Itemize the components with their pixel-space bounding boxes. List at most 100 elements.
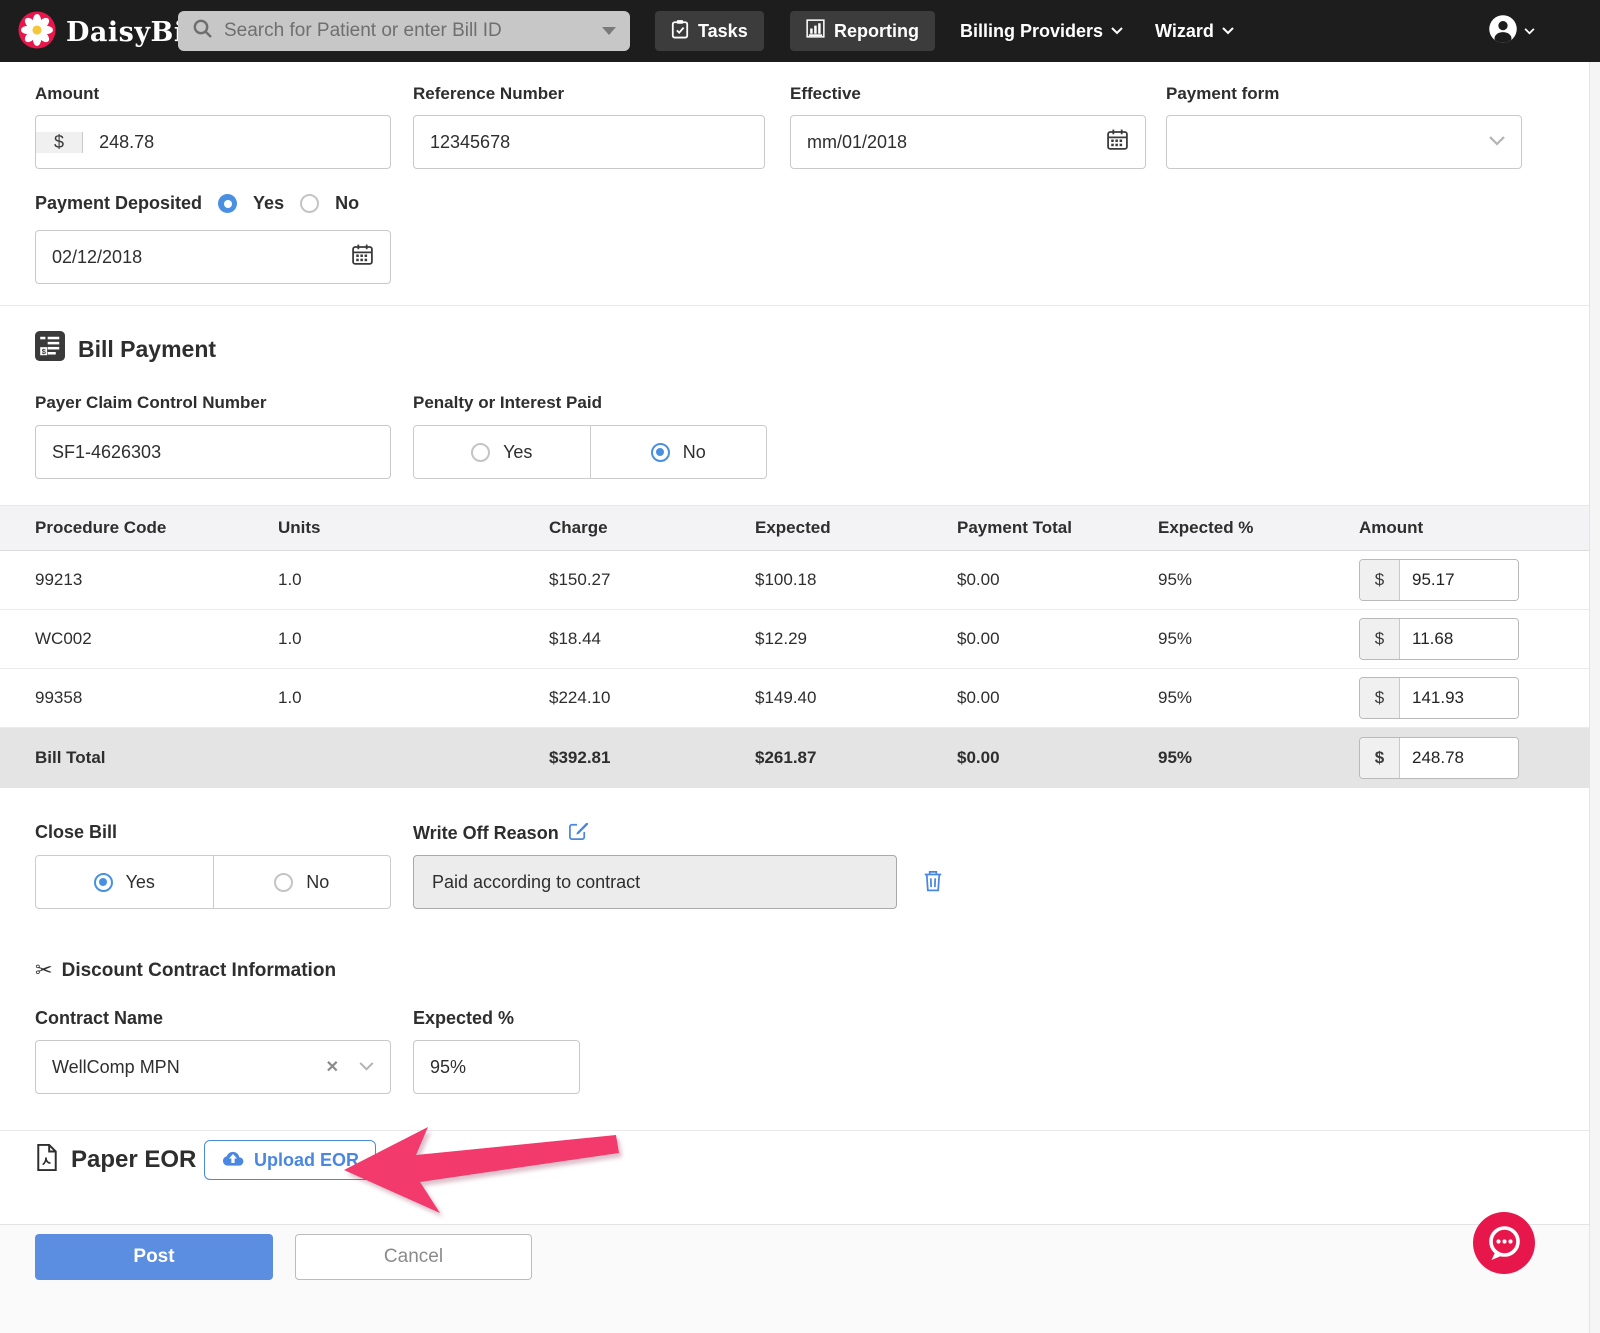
penalty-no-label: No: [682, 441, 706, 462]
close-bill-no-radio[interactable]: [274, 872, 294, 892]
amount-field: $: [35, 115, 391, 169]
expected-pct-label: Expected %: [413, 1008, 515, 1028]
payer-claim-input[interactable]: [36, 441, 390, 463]
reference-number-label: Reference Number: [413, 84, 565, 103]
effective-label: Effective: [790, 84, 861, 103]
procedure-table: Procedure Code Units Charge Expected Pay…: [0, 505, 1600, 788]
cell-payment-total: $0.00: [957, 629, 1000, 648]
close-bill-label: Close Bill: [35, 822, 118, 842]
total-amount-input[interactable]: [1400, 738, 1518, 778]
effective-date-input[interactable]: [791, 131, 1145, 153]
cell-charge: $18.44: [549, 629, 601, 648]
effective-date-field: [790, 115, 1146, 169]
upload-eor-label: Upload EOR: [253, 1149, 359, 1170]
currency-prefix: $: [1360, 738, 1400, 778]
contract-name-value: WellComp MPN: [52, 1056, 180, 1077]
currency-prefix: $: [1360, 619, 1400, 659]
contract-name-select[interactable]: WellComp MPN ✕: [35, 1040, 391, 1094]
payment-deposited-label: Payment Deposited: [35, 193, 203, 213]
discount-contract-title: Discount Contract Information: [61, 959, 337, 981]
cell-code: 99213: [35, 570, 83, 589]
navbar: DaisyBill Search for Patient or enter Bi…: [0, 0, 1600, 62]
deposited-yes-radio[interactable]: [218, 194, 238, 213]
billing-providers-menu[interactable]: Billing Providers: [960, 0, 1123, 62]
close-bill-yes-option[interactable]: Yes: [36, 856, 213, 908]
total-amount-field: $: [1359, 737, 1519, 779]
cell-code: 99358: [35, 688, 83, 707]
search-placeholder: Search for Patient or enter Bill ID: [224, 20, 502, 41]
cell-payment-total: $0.00: [957, 688, 1000, 707]
upload-eor-button[interactable]: Upload EOR: [204, 1140, 376, 1180]
tasks-button[interactable]: Tasks: [655, 11, 764, 51]
penalty-yes-label: Yes: [503, 441, 533, 462]
chat-widget-button[interactable]: [1473, 1212, 1535, 1279]
bill-payment-heading: $ Bill Payment: [35, 331, 216, 367]
reporting-button[interactable]: Reporting: [790, 11, 935, 51]
currency-prefix: $: [36, 131, 84, 153]
bill-payment-title: Bill Payment: [78, 335, 217, 362]
table-row: WC002 1.0 $18.44 $12.29 $0.00 95% $: [0, 610, 1600, 669]
write-off-reason-field[interactable]: Paid according to contract: [413, 855, 897, 909]
payment-form-select[interactable]: [1166, 115, 1522, 169]
row-amount-input[interactable]: [1400, 678, 1518, 718]
calendar-icon[interactable]: [351, 243, 374, 271]
search-input[interactable]: Search for Patient or enter Bill ID: [178, 11, 630, 51]
deposited-yes-label: Yes: [253, 193, 285, 213]
cloud-upload-icon: [221, 1149, 245, 1172]
close-bill-yes-radio[interactable]: [93, 872, 113, 892]
amount-input[interactable]: [83, 131, 390, 153]
bill-total-label: Bill Total: [35, 748, 106, 767]
cancel-button[interactable]: Cancel: [295, 1234, 532, 1280]
total-charge: $392.81: [549, 748, 611, 767]
search-icon: [192, 18, 214, 45]
col-amount: Amount: [1359, 518, 1424, 537]
post-button[interactable]: Post: [35, 1234, 273, 1280]
total-expected: $261.87: [755, 748, 817, 767]
calendar-icon[interactable]: [1106, 128, 1129, 156]
paper-eor-heading: Paper EOR: [35, 1143, 196, 1177]
wizard-label: Wizard: [1155, 20, 1214, 41]
penalty-no-radio[interactable]: [650, 442, 670, 462]
row-amount-input[interactable]: [1400, 619, 1518, 659]
penalty-yes-radio[interactable]: [471, 442, 491, 462]
currency-prefix: $: [1360, 678, 1400, 718]
table-header-row: Procedure Code Units Charge Expected Pay…: [0, 505, 1600, 551]
col-procedure-code: Procedure Code: [35, 518, 167, 537]
payer-claim-field: [35, 425, 391, 479]
write-off-label: Write Off Reason: [413, 822, 559, 843]
reference-number-input[interactable]: [414, 131, 764, 153]
clear-selection-icon[interactable]: ✕: [326, 1057, 339, 1077]
penalty-no-option[interactable]: No: [589, 426, 767, 478]
currency-prefix: $: [1360, 560, 1400, 600]
cell-units: 1.0: [278, 688, 302, 707]
section-divider: [0, 1130, 1600, 1131]
wizard-menu[interactable]: Wizard: [1155, 0, 1234, 62]
expected-pct-input[interactable]: [414, 1056, 579, 1078]
penalty-toggle: Yes No: [413, 425, 767, 479]
invoice-icon: $: [35, 331, 65, 367]
bill-total-row: Bill Total $392.81 $261.87 $0.00 95% $: [0, 728, 1600, 788]
cell-expected: $12.29: [755, 629, 807, 648]
deposit-date-input[interactable]: [36, 246, 390, 268]
discount-contract-heading: ✂ Discount Contract Information: [35, 958, 336, 983]
close-bill-yes-label: Yes: [125, 871, 155, 892]
user-account-menu[interactable]: [1488, 0, 1535, 62]
edit-pencil-icon[interactable]: [568, 820, 589, 846]
col-expected: Expected: [755, 518, 831, 537]
cell-charge: $150.27: [549, 570, 611, 589]
close-bill-toggle: Yes No: [35, 855, 391, 909]
row-amount-field: $: [1359, 677, 1519, 719]
scrollbar-track[interactable]: [1589, 62, 1600, 1333]
row-amount-input[interactable]: [1400, 560, 1518, 600]
search-dropdown-caret-icon[interactable]: [602, 27, 616, 35]
penalty-yes-option[interactable]: Yes: [414, 426, 590, 478]
trash-icon[interactable]: [922, 868, 944, 898]
total-expected-pct: 95%: [1158, 748, 1193, 767]
close-bill-no-option[interactable]: No: [212, 856, 391, 908]
deposited-no-radio[interactable]: [300, 194, 320, 213]
row-amount-field: $: [1359, 559, 1519, 601]
chevron-down-icon: [359, 1058, 374, 1076]
close-bill-no-label: No: [306, 871, 330, 892]
user-avatar-icon: [1488, 14, 1518, 49]
table-row: 99213 1.0 $150.27 $100.18 $0.00 95% $: [0, 551, 1600, 610]
